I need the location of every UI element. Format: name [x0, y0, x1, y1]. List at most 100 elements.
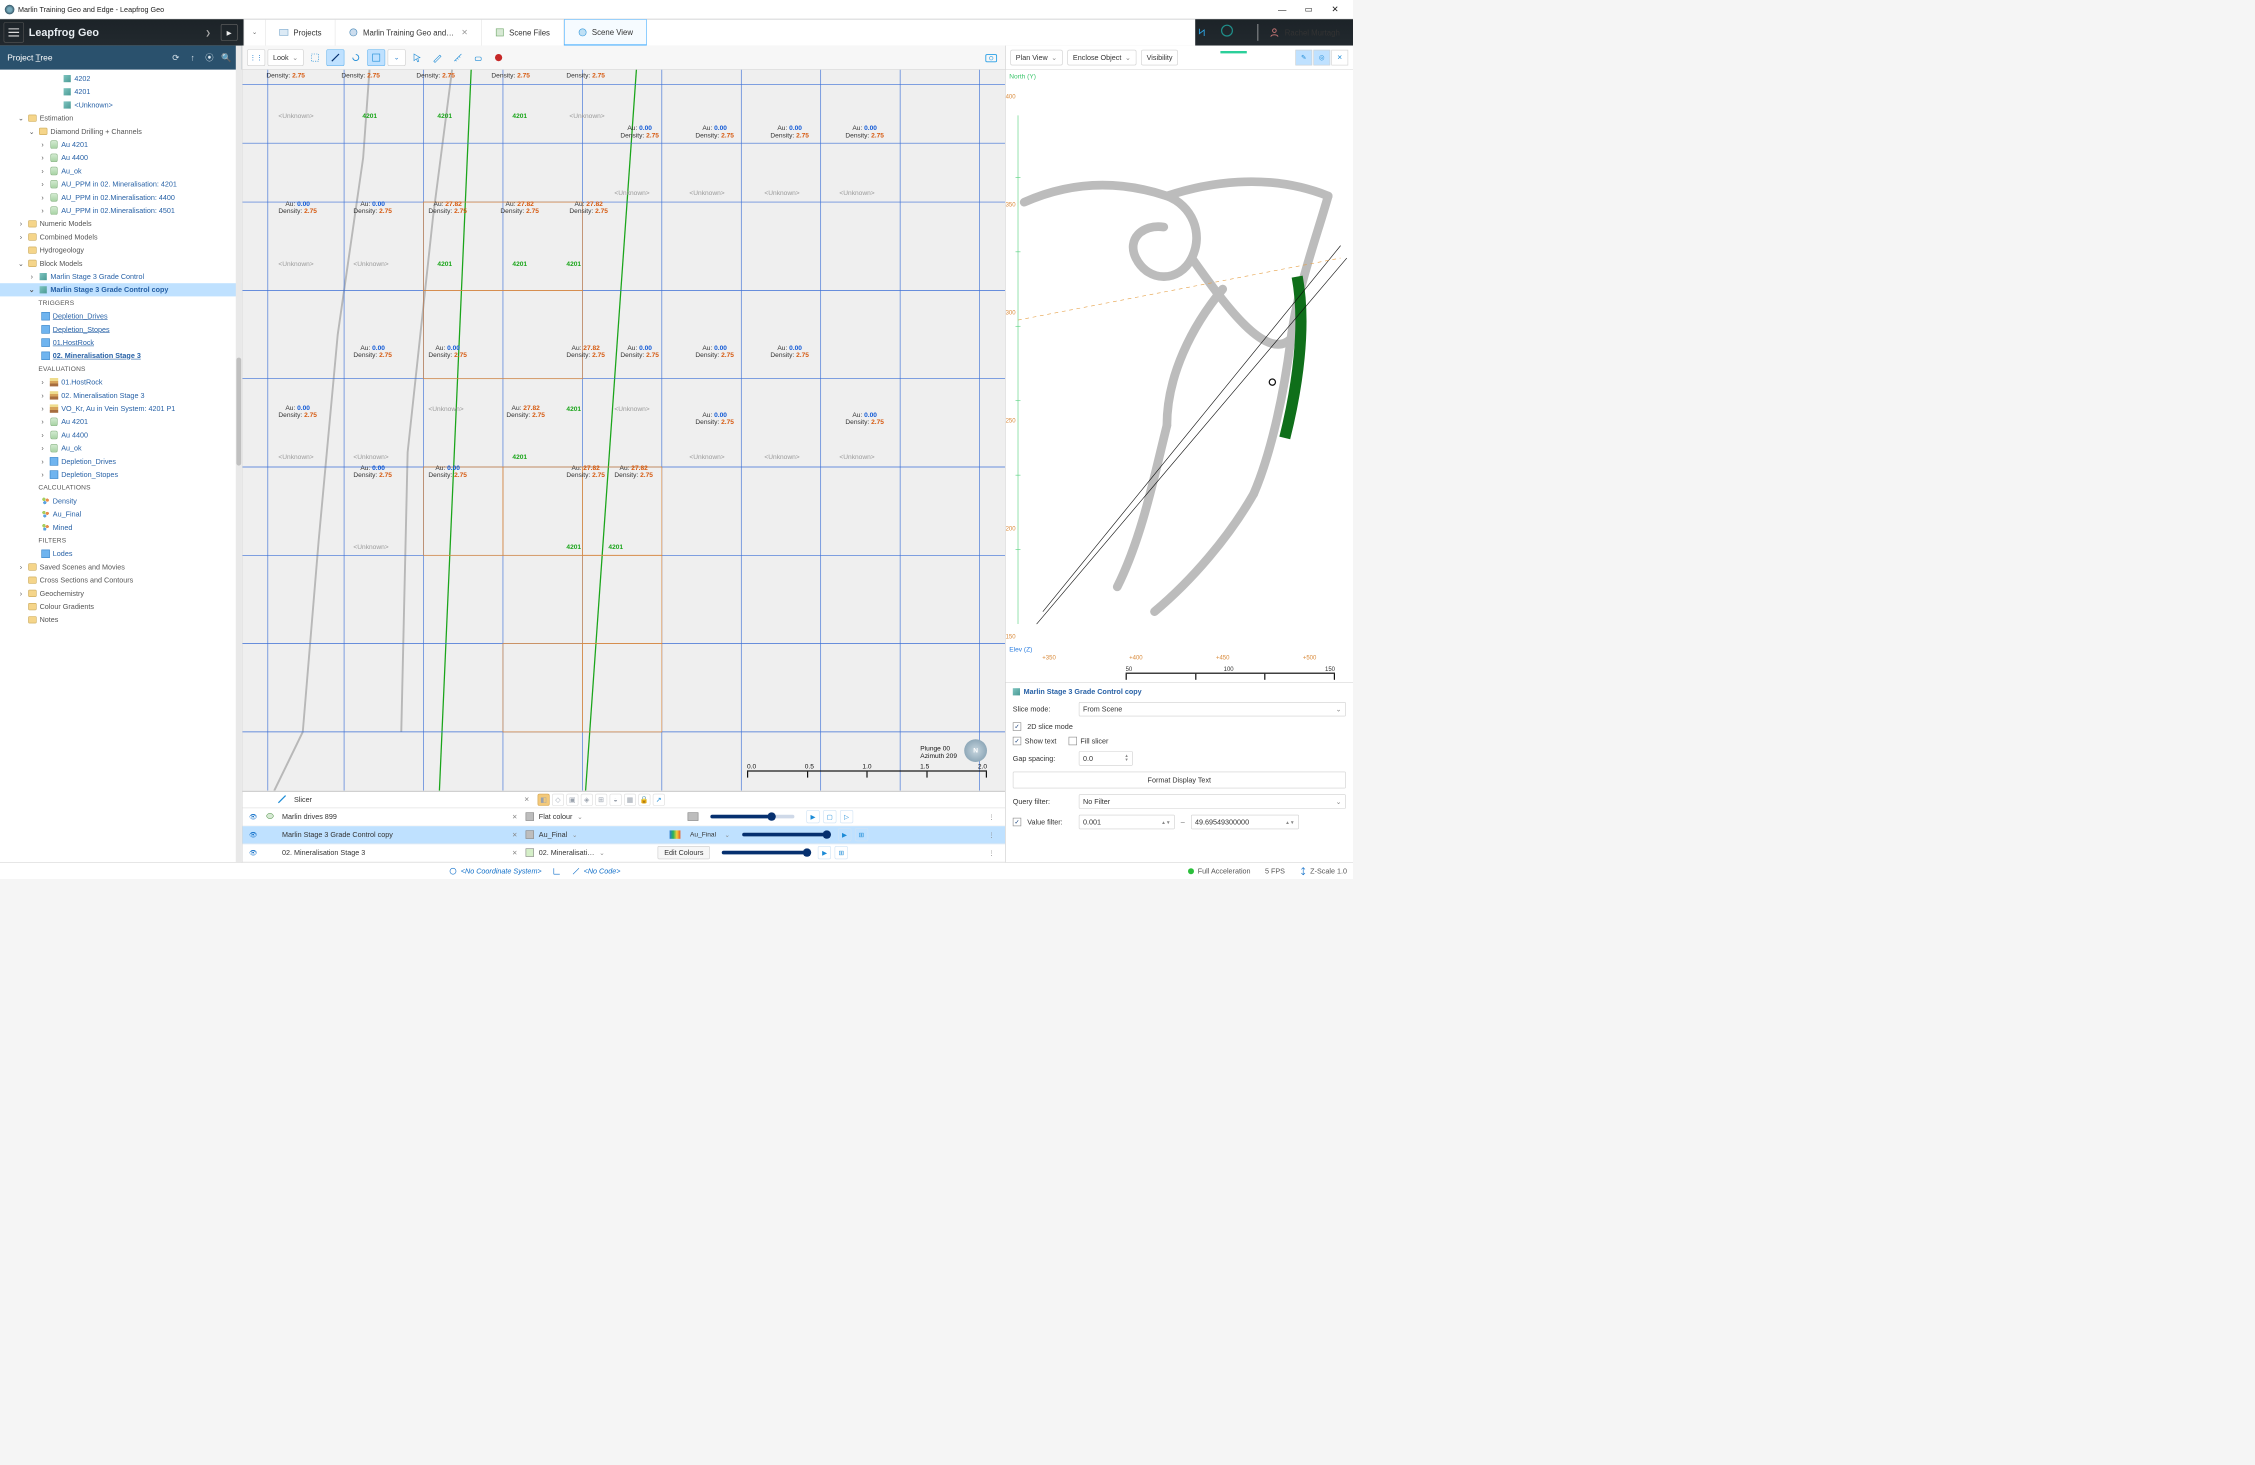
tree-item-notes[interactable]: Notes	[0, 613, 242, 626]
tree-item-unknown[interactable]: <Unknown>	[0, 98, 242, 111]
filter-icon-6[interactable]: ◒	[610, 794, 622, 806]
tabs-dropdown-button[interactable]: ⌄	[244, 19, 266, 45]
settings-icon[interactable]: ✕	[1331, 50, 1348, 66]
brand-chevron-icon[interactable]: ❯	[203, 29, 214, 37]
checkbox-value-filter[interactable]	[1013, 818, 1021, 826]
camera-icon[interactable]	[982, 49, 1000, 66]
main-menu-button[interactable]	[4, 22, 24, 42]
play-outline-icon[interactable]: ▷	[840, 810, 853, 823]
tree-item-lodes[interactable]: Lodes	[0, 547, 242, 560]
slicer-close-icon[interactable]: ✕	[522, 796, 532, 804]
gap-input[interactable]: 0.0▲▼	[1079, 751, 1133, 765]
tree-item-e-depd[interactable]: ›Depletion_Drives	[0, 455, 242, 468]
pointer-tool-icon[interactable]	[408, 49, 426, 66]
enclose-dropdown[interactable]: Enclose Object⌄	[1068, 50, 1137, 66]
scene-row-mineralisation[interactable]: 👁 02. Mineralisation Stage 3 ✕ 02. Miner…	[242, 844, 1005, 862]
scene-colour-picker[interactable]: 02. Mineralisati…⌄	[526, 849, 652, 857]
checkbox-show-text[interactable]	[1013, 737, 1021, 745]
swatch[interactable]	[670, 831, 681, 839]
tree-item-c-density[interactable]: Density	[0, 494, 242, 507]
tree-item-colour-gradients[interactable]: Colour Gradients	[0, 600, 242, 613]
tab-projects[interactable]: Projects	[266, 19, 336, 45]
user-menu[interactable]: Rachel Murtagh	[1269, 27, 1340, 38]
slicer-mode-icon[interactable]: ✎	[1295, 50, 1312, 66]
minimize-button[interactable]: —	[1269, 1, 1295, 18]
tree-item-hydrogeology[interactable]: Hydrogeology	[0, 244, 242, 257]
visibility-toggle-icon[interactable]: 👁	[247, 849, 259, 857]
play-icon[interactable]: ▶	[806, 810, 819, 823]
filter-icon-2[interactable]: ◇	[552, 794, 564, 806]
scene-colour-picker[interactable]: Au_Final⌄	[526, 831, 652, 839]
tab-scenefiles[interactable]: Scene Files	[482, 19, 564, 45]
checkbox-fill-slicer[interactable]	[1068, 737, 1076, 745]
zscale-control[interactable]: Z-Scale 1.0	[1299, 867, 1347, 875]
tree-item-au4201[interactable]: ›Au 4201	[0, 138, 242, 151]
filter-icon-5[interactable]: ⊞	[595, 794, 607, 806]
tree-item-c-aufinal[interactable]: Au_Final	[0, 508, 242, 521]
swatch[interactable]	[688, 812, 699, 820]
play-icon[interactable]: ▶	[818, 846, 831, 859]
play-icon[interactable]: ▶	[838, 828, 851, 841]
tree-item-auppm-4201[interactable]: ›AU_PPM in 02. Mineralisation: 4201	[0, 178, 242, 191]
tab-close-icon[interactable]: ✕	[461, 28, 468, 38]
scene-item-close-icon[interactable]: ✕	[510, 849, 520, 857]
tree-search-icon[interactable]: 🔍	[218, 49, 235, 66]
tree-item-e-au4201[interactable]: ›Au 4201	[0, 415, 242, 428]
tree-item-e-hostrock[interactable]: ›01.HostRock	[0, 376, 242, 389]
tree-item-e-au4400[interactable]: ›Au 4400	[0, 428, 242, 441]
tree-item-vokr[interactable]: ›VO_Kr, Au in Vein System: 4201 P1	[0, 402, 242, 415]
plan-view-dropdown[interactable]: Plan View⌄	[1010, 50, 1062, 66]
tree-item-auppm-4400[interactable]: ›AU_PPM in 02.Mineralisation: 4400	[0, 191, 242, 204]
tree-item-ddc[interactable]: ⌄Diamond Drilling + Channels	[0, 125, 242, 138]
tree-item-e-auok[interactable]: ›Au_ok	[0, 442, 242, 455]
tree-item-geochemistry[interactable]: ›Geochemistry	[0, 587, 242, 600]
row-menu-icon[interactable]: ⋮	[988, 813, 1000, 821]
tree-item-4202[interactable]: 4202	[0, 72, 242, 85]
look-dropdown[interactable]: Look⌄	[268, 49, 304, 66]
scene-colour-picker[interactable]: Flat colour⌄	[526, 812, 652, 820]
query-filter-dropdown[interactable]: No Filter⌄	[1079, 794, 1346, 808]
close-button[interactable]: ✕	[1322, 1, 1348, 18]
row-menu-icon[interactable]: ⋮	[988, 831, 1000, 839]
record-icon[interactable]	[490, 49, 508, 66]
checkbox-2d-slice[interactable]	[1013, 722, 1021, 730]
tree-item-depletion-drives[interactable]: Depletion_Drives	[0, 310, 242, 323]
tree-item-4201[interactable]: 4201	[0, 85, 242, 98]
axes-icon[interactable]	[552, 867, 560, 875]
tree-item-combined-models[interactable]: ›Combined Models	[0, 230, 242, 243]
opacity-slider[interactable]	[710, 815, 794, 819]
tab-sceneview[interactable]: Scene View	[564, 19, 647, 45]
scene-viewport[interactable]: Density: 2.75 Density: 2.75 Density: 2.7…	[242, 70, 1005, 792]
tree-item-cross-sections[interactable]: Cross Sections and Contours	[0, 574, 242, 587]
mini-viewport[interactable]: North (Y) Elev (Z)	[1006, 70, 1353, 683]
grip-icon[interactable]: ⋮⋮	[247, 49, 265, 66]
camera-mode-icon[interactable]: ◎	[1313, 50, 1330, 66]
tree-item-min-stage3[interactable]: 02. Mineralisation Stage 3	[0, 349, 242, 362]
central-icon[interactable]	[1221, 24, 1247, 41]
link-icon[interactable]: ↗	[653, 794, 665, 806]
grid-icon[interactable]: ⊞	[835, 846, 848, 859]
tree-refresh-icon[interactable]: ⟳	[167, 49, 184, 66]
tree-item-e-min-s3[interactable]: ›02. Mineralisation Stage 3	[0, 389, 242, 402]
tree-item-marlin-s3-copy[interactable]: ⌄Marlin Stage 3 Grade Control copy	[0, 283, 242, 296]
rotate-tool-icon[interactable]	[347, 49, 365, 66]
opacity-slider[interactable]	[722, 851, 806, 855]
filter-icon-3[interactable]: ▣	[566, 794, 578, 806]
visibility-button[interactable]: Visibility	[1141, 50, 1178, 66]
plane-dropdown-icon[interactable]: ⌄	[388, 49, 406, 66]
tree-item-block-models[interactable]: ⌄Block Models	[0, 257, 242, 270]
erase-tool-icon[interactable]	[469, 49, 487, 66]
scene-row-drives[interactable]: 👁 Marlin drives 899 ✕ Flat colour⌄ ▶▢▷ ⋮	[242, 808, 1005, 826]
lock-icon[interactable]: 🔒	[638, 794, 650, 806]
tree-pause-icon[interactable]: ⦿	[201, 49, 218, 66]
value-max-input[interactable]: 49.69549300000▲▼	[1191, 815, 1299, 829]
tree-item-estimation[interactable]: ⌄Estimation	[0, 112, 242, 125]
scene-row-gradecontrol[interactable]: 👁 Marlin Stage 3 Grade Control copy ✕ Au…	[242, 826, 1005, 844]
tree-item-depletion-stopes[interactable]: Depletion_Stopes	[0, 323, 242, 336]
select-tool-icon[interactable]	[306, 49, 324, 66]
code-status[interactable]: <No Code>	[572, 867, 621, 875]
tree-up-icon[interactable]: ↑	[184, 49, 201, 66]
slice-mode-dropdown[interactable]: From Scene⌄	[1079, 702, 1346, 716]
scene-item-close-icon[interactable]: ✕	[510, 813, 520, 821]
maximize-button[interactable]: ▭	[1295, 1, 1321, 18]
